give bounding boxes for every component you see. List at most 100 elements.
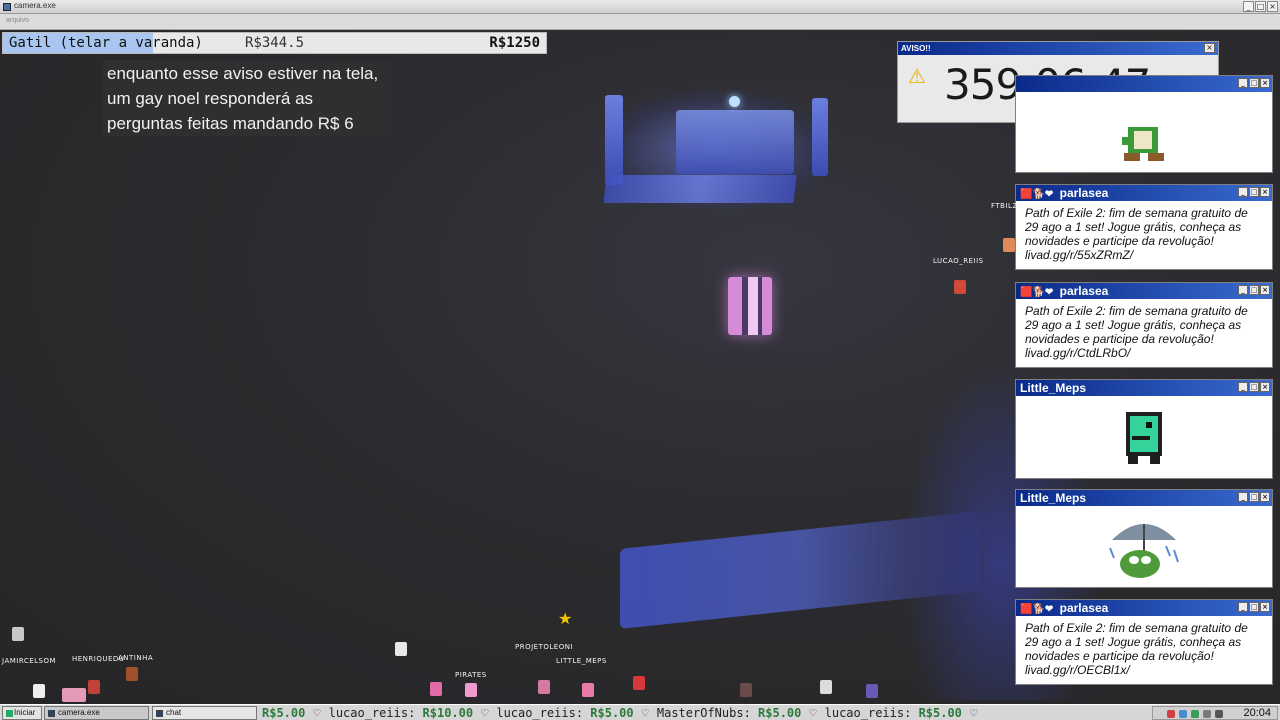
viewer-sprite <box>538 680 550 694</box>
viewer-tag: PIRATES <box>455 671 487 679</box>
alert-window-title: _ □ × <box>1016 76 1272 92</box>
heart-icon: ♡ <box>641 706 649 720</box>
scene-light-post-right <box>812 98 828 176</box>
badge-icons: 🟥🐕❤ <box>1020 189 1054 200</box>
alert-window-title: Little_Meps _ □ × <box>1016 380 1272 396</box>
viewer-sprite <box>62 688 86 702</box>
viewer-sprite <box>430 682 442 696</box>
green-yoshi-sprite <box>1016 92 1272 172</box>
alert-message: Path of Exile 2: fim de semana gratuito … <box>1025 304 1248 360</box>
tray-app-icon[interactable] <box>1191 710 1199 718</box>
heart-icon: ♡ <box>969 706 978 720</box>
alert-window-6: 🟥🐕❤ parlasea _ □ × Path of Exile 2: fim … <box>1015 599 1273 685</box>
viewer-sprite <box>820 680 832 694</box>
minimize-button[interactable]: _ <box>1238 187 1248 197</box>
system-tray: 20:04 <box>1152 706 1278 720</box>
network-icon[interactable] <box>1215 710 1223 718</box>
ticker-user: lucao_reiis: <box>496 706 584 720</box>
alert-message: Path of Exile 2: fim de semana gratuito … <box>1025 621 1248 677</box>
volume-icon[interactable] <box>1203 710 1211 718</box>
maximize-button[interactable]: □ <box>1249 382 1259 392</box>
taskbar-item-camera[interactable]: camera.exe <box>44 706 149 720</box>
chat-app-icon <box>156 710 163 717</box>
viewer-sprite <box>1003 238 1015 252</box>
start-button[interactable]: Iniciar <box>2 706 42 720</box>
minimize-button[interactable]: _ <box>1238 285 1248 295</box>
scene-light-dot <box>729 96 740 107</box>
windows-flag-icon <box>6 710 13 717</box>
warning-caption: enquanto esse aviso estiver na tela, um … <box>103 60 393 136</box>
scene-glowing-box <box>676 110 794 174</box>
close-button[interactable]: × <box>1260 492 1270 502</box>
aviso-title: AVISO!! <box>898 42 1218 55</box>
heart-icon: ♡ <box>481 706 489 720</box>
taskbar: Iniciar camera.exe chat R$5.00 ♡ lucao_rei… <box>0 704 1280 720</box>
maximize-button[interactable]: □ <box>1249 492 1259 502</box>
alert-window-1: _ □ × <box>1015 75 1273 173</box>
viewer-sprite <box>33 684 45 698</box>
viewer-tag: JAMIRCELSOM <box>2 657 57 665</box>
pepe-umbrella-sprite <box>1016 506 1272 587</box>
ticker-amount: R$5.00 <box>590 706 634 720</box>
tray-app-icon[interactable] <box>1167 710 1175 718</box>
scene-light-post-left <box>605 95 623 185</box>
viewer-sprite <box>740 683 752 697</box>
badge-icons: 🟥🐕❤ <box>1020 604 1054 615</box>
viewer-tag: HENRIQUEDU <box>72 655 125 663</box>
tray-app-icon[interactable] <box>1179 710 1187 718</box>
viewer-tag: LITTLE_MEPS <box>556 657 607 665</box>
close-button[interactable]: × <box>1260 78 1270 88</box>
alert-window-controls: _ □ × <box>1238 602 1270 612</box>
minimize-button[interactable]: _ <box>1243 1 1254 12</box>
taskbar-item-chat[interactable]: chat <box>152 706 257 720</box>
maximize-button[interactable]: □ <box>1249 602 1259 612</box>
alert-window-controls: _ □ × <box>1238 492 1270 502</box>
ticker-amount: R$10.00 <box>422 706 474 720</box>
maximize-button[interactable]: □ <box>1249 187 1259 197</box>
viewer-tag: FTBILZV <box>991 202 1024 210</box>
menu-arquivo[interactable]: arquivo <box>6 17 29 24</box>
alert-window-title: 🟥🐕❤ parlasea _ □ × <box>1016 185 1272 201</box>
goal-label: Gatil (telar a varanda) <box>9 35 203 51</box>
maximize-button[interactable]: □ <box>1249 285 1259 295</box>
alert-window-3: 🟥🐕❤ parlasea _ □ × Path of Exile 2: fim … <box>1015 282 1273 368</box>
viewer-sprite <box>395 642 407 656</box>
scene-shelf <box>603 175 797 203</box>
maximize-button[interactable]: □ <box>1249 78 1259 88</box>
viewer-sprite <box>866 684 878 698</box>
alert-window-title: Little_Meps _ □ × <box>1016 490 1272 506</box>
green-dino-sprite <box>1016 396 1272 478</box>
close-button[interactable]: × <box>1260 382 1270 392</box>
alert-window-controls: _ □ × <box>1238 382 1270 392</box>
alert-message: Path of Exile 2: fim de semana gratuito … <box>1025 206 1248 262</box>
viewer-tag: PROJETOLEONI <box>515 643 574 651</box>
close-button[interactable]: × <box>1260 602 1270 612</box>
scene-pink-lamp <box>728 277 772 335</box>
minimize-button[interactable]: _ <box>1238 78 1248 88</box>
viewer-sprite <box>12 627 24 641</box>
goal-current: R$344.5 <box>245 35 305 51</box>
viewer-sprite <box>633 676 645 690</box>
minimize-button[interactable]: _ <box>1238 492 1248 502</box>
close-button[interactable]: × <box>1260 285 1270 295</box>
alert-window-4: Little_Meps _ □ × <box>1015 379 1273 479</box>
close-button[interactable]: × <box>1260 187 1270 197</box>
taskbar-clock: 20:04 <box>1243 707 1271 719</box>
menubar: arquivo <box>0 14 1280 30</box>
minimize-button[interactable]: _ <box>1238 602 1248 612</box>
viewer-sprite <box>465 683 477 697</box>
goal-bar: Gatil (telar a varanda) R$344.5 R$1250 <box>2 32 547 54</box>
badge-icons: 🟥🐕❤ <box>1020 287 1054 298</box>
viewer-tag: LUCAO_REIIS <box>933 257 984 265</box>
ticker-amount: R$5.00 <box>262 706 306 720</box>
alert-window-title: 🟥🐕❤ parlasea _ □ × <box>1016 600 1272 616</box>
viewer-sprite <box>126 667 138 681</box>
warning-triangle-icon: ⚠ <box>908 66 926 88</box>
aviso-close-button[interactable]: × <box>1204 43 1215 53</box>
viewer-sprite <box>88 680 100 694</box>
donation-ticker: R$5.00 ♡ lucao_reiis: R$10.00 ♡ lucao_reiis:… <box>262 706 1152 720</box>
maximize-button[interactable]: □ <box>1255 1 1266 12</box>
close-button[interactable]: × <box>1267 1 1278 12</box>
heart-icon: ♡ <box>809 706 817 720</box>
minimize-button[interactable]: _ <box>1238 382 1248 392</box>
